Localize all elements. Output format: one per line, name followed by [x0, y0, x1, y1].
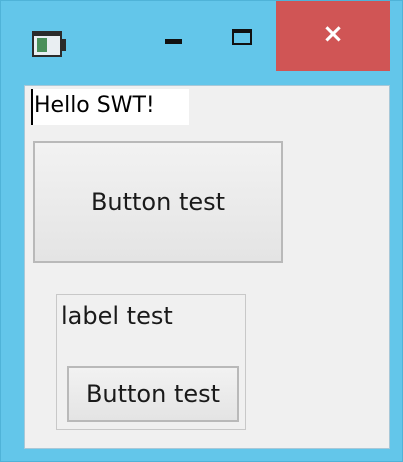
button-test-small[interactable]: Button test	[67, 366, 239, 422]
group-box: label test Button test	[56, 294, 246, 430]
group-label: label test	[61, 302, 173, 330]
text-input[interactable]: Hello SWT!	[31, 89, 189, 125]
close-button[interactable]: ×	[276, 1, 390, 71]
app-window-icon[interactable]	[32, 31, 66, 57]
app-icon-pane	[37, 38, 47, 52]
app-icon-mark	[62, 39, 66, 51]
minimize-button[interactable]	[159, 19, 199, 59]
app-window: × Hello SWT! Button test label test Butt…	[0, 0, 403, 462]
maximize-button[interactable]	[218, 19, 266, 59]
app-icon-bar	[34, 33, 60, 36]
client-area: Hello SWT! Button test label test Button…	[24, 85, 390, 449]
button-test-large[interactable]: Button test	[33, 141, 283, 263]
close-icon: ×	[322, 19, 344, 49]
maximize-icon	[232, 29, 252, 45]
minimize-icon	[165, 39, 182, 44]
